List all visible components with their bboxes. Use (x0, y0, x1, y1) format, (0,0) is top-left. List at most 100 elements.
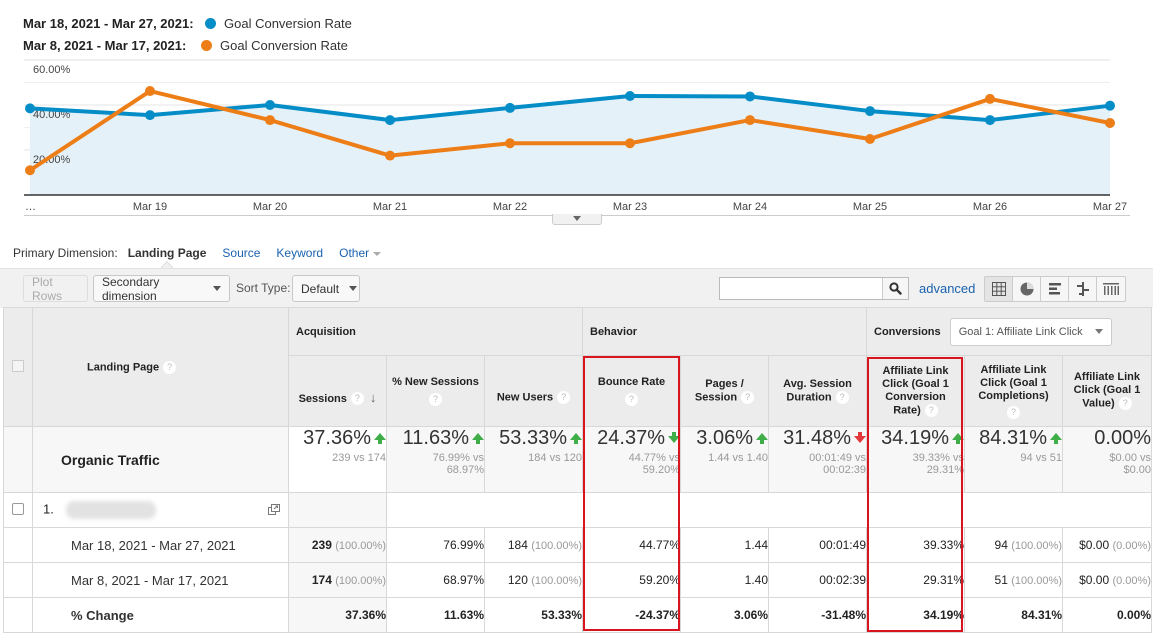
row-landing-page[interactable]: 1. (32, 492, 289, 528)
cell-new-users: 53.33% (484, 597, 583, 633)
help-icon[interactable]: ? (163, 360, 177, 374)
table-toolbar: Plot Rows Secondary dimension Sort Type:… (0, 268, 1153, 308)
column-header-goal-value[interactable]: Affiliate Link Click (Goal 1 Value)? (1062, 355, 1152, 427)
open-link-icon[interactable] (268, 504, 280, 516)
column-header-new-users[interactable]: New Users? (484, 355, 583, 427)
cell-conversion-rate: 39.33% (866, 527, 965, 563)
goal-selector-dropdown[interactable]: Goal 1: Affiliate Link Click (949, 317, 1112, 346)
x-tick-label: Mar 23 (613, 201, 647, 213)
row-checkbox[interactable] (12, 502, 24, 515)
help-icon[interactable]: ? (1118, 397, 1132, 411)
cell-avg-duration: -31.48% (768, 597, 867, 633)
view-data-table-button[interactable] (985, 277, 1013, 301)
comparison-icon (1076, 282, 1089, 296)
column-header-label: Pages / Session (694, 377, 744, 404)
column-header-new-sessions[interactable]: % New Sessions? (386, 355, 485, 427)
landing-page-header-label: Landing Page (87, 360, 160, 373)
bar-list-icon (1048, 283, 1061, 295)
data-point-previous (505, 138, 515, 149)
cell-conversion-rate: 29.31% (866, 562, 965, 598)
secondary-dimension-label: Secondary dimension (102, 274, 160, 303)
cell-sessions: 174 (100.00%) (288, 562, 387, 598)
total-value: 34.19% (881, 427, 949, 449)
total-compare-2: 68.97% (446, 464, 484, 476)
advanced-filter-link[interactable]: advanced (919, 281, 975, 296)
total-value: 37.36% (303, 427, 371, 449)
landing-page-header[interactable]: Landing Page? (32, 307, 289, 427)
pivot-icon (1103, 283, 1119, 295)
column-header-goal-completions[interactable]: Affiliate Link Click (Goal 1 Completions… (964, 355, 1063, 427)
view-pie-button[interactable] (1013, 277, 1041, 301)
row-label: Mar 8, 2021 - Mar 17, 2021 (32, 562, 289, 598)
column-header-goal-conversion-rate[interactable]: Affiliate Link Click (Goal 1 Conversion … (866, 355, 965, 427)
acquisition-group-header: Acquisition (288, 307, 583, 356)
help-icon[interactable]: ? (835, 390, 849, 404)
cell-bounce-rate: -24.37% (582, 597, 681, 633)
primary-dimension-bar: Primary Dimension: Landing Page Source K… (13, 246, 397, 260)
chevron-down-icon (373, 251, 382, 256)
table-row-item: 1. (3, 492, 1152, 528)
total-value: 31.48% (783, 427, 851, 449)
help-icon[interactable]: ? (557, 391, 571, 405)
cell-percent: (100.00%) (531, 575, 582, 587)
cell-value: 239 (311, 538, 332, 552)
x-tick-label: … (25, 201, 36, 213)
total-compare: 1.44 vs 1.40 (708, 452, 768, 464)
cell-conversion-rate: 34.19% (866, 597, 965, 633)
total-compare: 44.77% vs (628, 452, 680, 464)
total-compare: 184 vs 120 (528, 452, 582, 464)
x-tick-label: Mar 24 (733, 201, 767, 213)
table-search (719, 277, 909, 300)
cell-new-sessions: 11.63% (386, 597, 485, 633)
view-pivot-button[interactable] (1097, 277, 1125, 301)
column-header-avg-session-duration[interactable]: Avg. Session Duration? (768, 355, 867, 427)
column-header-label: Affiliate Link Click (Goal 1 Conversion … (882, 364, 949, 417)
total-compare: 76.99% vs (432, 452, 484, 464)
dimension-keyword[interactable]: Keyword (276, 246, 323, 260)
search-button[interactable] (882, 278, 908, 299)
table-search-input[interactable] (720, 278, 882, 299)
dimension-source[interactable]: Source (222, 246, 260, 260)
select-all-checkbox[interactable] (12, 359, 24, 372)
column-header-pages-session[interactable]: Pages / Session? (680, 355, 769, 427)
cell-percent: (100.00%) (1011, 540, 1062, 552)
view-performance-button[interactable] (1041, 277, 1069, 301)
total-cell: 31.48% 00:01:49 vs 00:02:39 (768, 426, 867, 493)
dimension-other[interactable]: Other (339, 246, 382, 260)
plot-rows-button[interactable]: Plot Rows (23, 275, 88, 303)
line-chart: 20.00%40.00%60.00%… Mar 19 Mar 20 Mar 21 Mar… (24, 59, 1127, 213)
pie-chart-icon (1020, 282, 1033, 296)
search-icon (889, 282, 902, 295)
caret-down-icon (349, 286, 358, 291)
total-cell: 84.31% 94 vs 51 (964, 426, 1063, 493)
help-icon[interactable]: ? (625, 393, 638, 406)
cell-percent: (100.00%) (531, 540, 582, 552)
caret-down-icon (573, 216, 581, 221)
chart-collapse-toggle[interactable] (552, 214, 602, 225)
help-icon[interactable]: ? (429, 393, 442, 406)
sort-type-dropdown[interactable]: Default (292, 275, 360, 302)
data-point-current (625, 91, 635, 101)
column-header-bounce-rate[interactable]: Bounce Rate? (582, 355, 681, 427)
help-icon[interactable]: ? (1007, 405, 1020, 419)
cell-percent: (0.00%) (1112, 575, 1151, 587)
legend-range: Mar 8, 2021 - Mar 17, 2021: (23, 37, 187, 53)
secondary-dimension-dropdown[interactable]: Secondary dimension (93, 274, 230, 303)
total-compare-2: 59.20% (642, 464, 680, 476)
cell-avg-duration: 00:02:39 (768, 562, 867, 598)
dimension-landing-page[interactable]: Landing Page (128, 246, 207, 260)
arrow-up-icon (1050, 433, 1062, 444)
help-icon[interactable]: ? (741, 390, 755, 404)
help-icon[interactable]: ? (350, 392, 364, 406)
cell-pages-session: 1.40 (680, 562, 769, 598)
total-row: Organic Traffic 37.36% 239 vs 174 11.63% 7… (3, 426, 1152, 493)
column-header-sessions[interactable]: Sessions? ↓ (288, 355, 387, 427)
total-compare: 00:01:49 vs (809, 452, 866, 464)
cell-percent: (0.00%) (1112, 540, 1151, 552)
view-comparison-button[interactable] (1069, 277, 1097, 301)
cell-percent: (100.00%) (335, 540, 386, 552)
total-cell: 3.06% 1.44 vs 1.40 (680, 426, 769, 493)
cell-goal-value: 0.00% (1062, 597, 1152, 633)
cell-new-sessions: 68.97% (386, 562, 485, 598)
help-icon[interactable]: ? (924, 403, 938, 417)
